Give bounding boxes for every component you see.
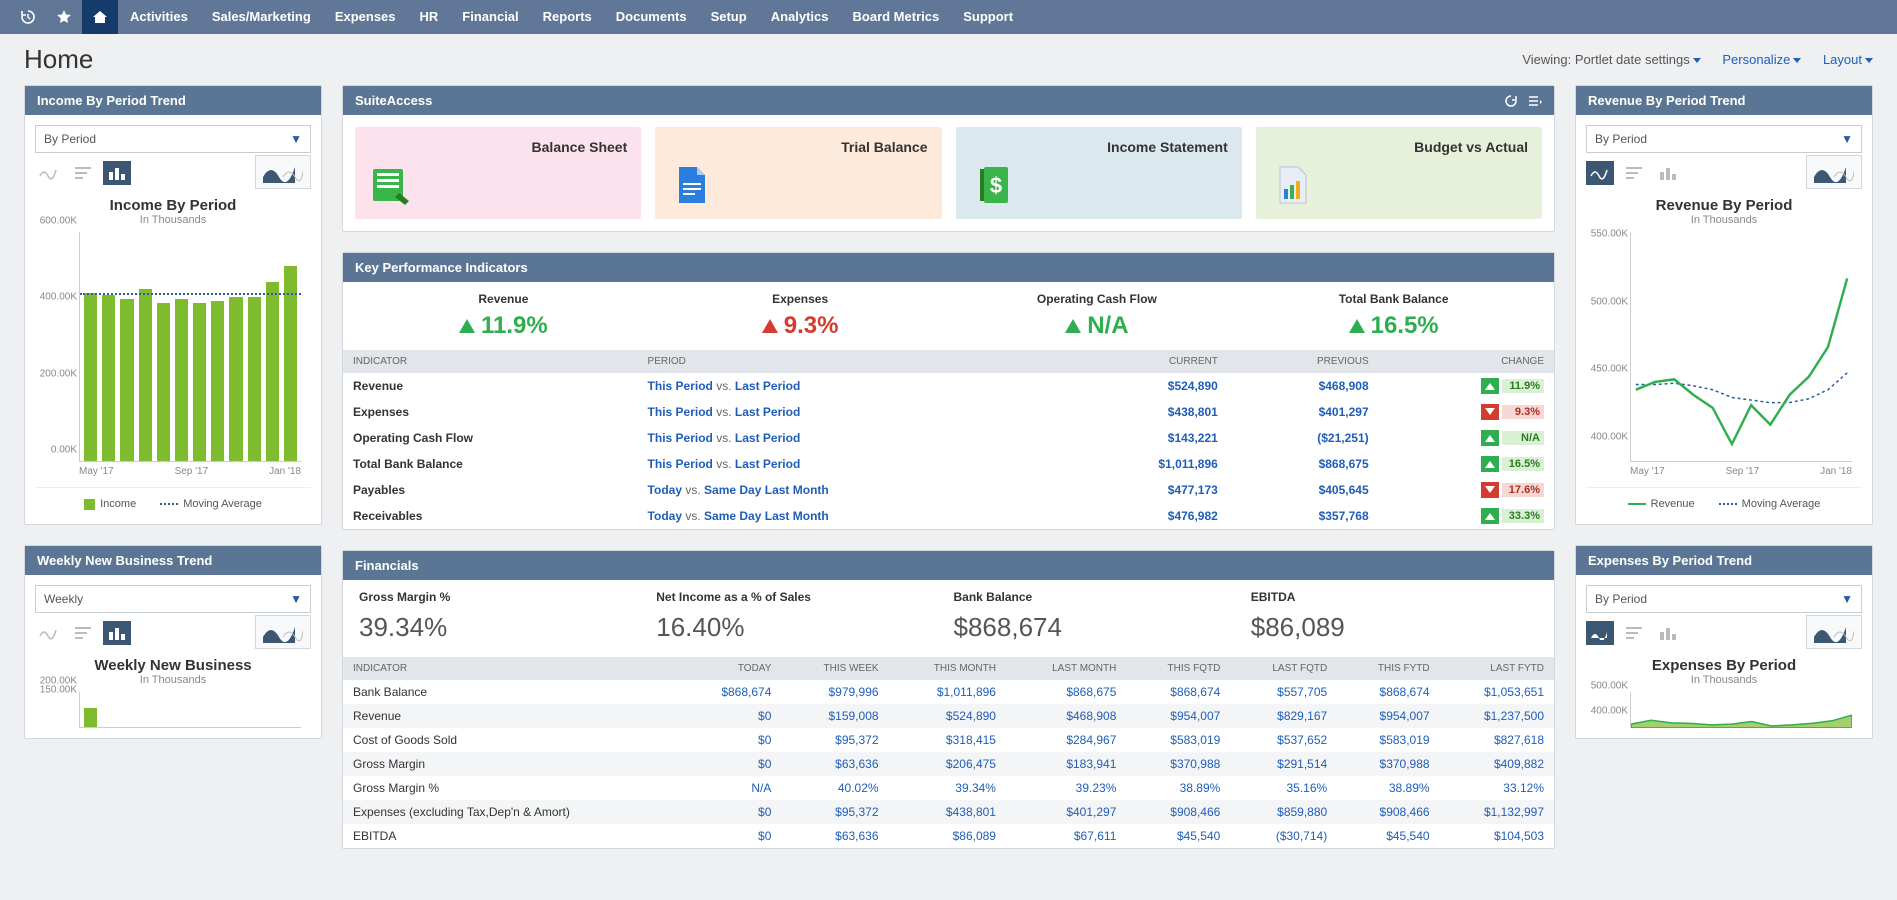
weekly-portlet: Weekly New Business Trend Weekly▼ Weekly… (24, 545, 322, 739)
nav-expenses[interactable]: Expenses (323, 9, 408, 24)
money-icon: $ (970, 163, 1014, 207)
chart-type-bar-icon[interactable] (1654, 621, 1682, 645)
top-nav: ActivitiesSales/MarketingExpensesHRFinan… (0, 0, 1897, 34)
chart-preview-icon[interactable] (255, 615, 311, 649)
star-icon[interactable] (46, 0, 82, 34)
expenses-select[interactable]: By Period▼ (1586, 585, 1862, 613)
chart-preview-icon[interactable] (255, 155, 311, 189)
chart-type-list-icon[interactable] (1620, 161, 1648, 185)
nav-reports[interactable]: Reports (531, 9, 604, 24)
nav-financial[interactable]: Financial (450, 9, 530, 24)
svg-text:$: $ (989, 173, 1001, 198)
personalize-link[interactable]: Personalize (1722, 52, 1790, 67)
tile-trial-balance[interactable]: Trial Balance (655, 127, 941, 219)
spreadsheet-icon (369, 163, 413, 207)
chart-type-area-icon[interactable] (1586, 621, 1614, 645)
suiteaccess-portlet: SuiteAccess Balance SheetTrial BalanceIn… (342, 85, 1555, 232)
revenue-chart: 400.00K450.00K500.00K550.00K (1630, 232, 1852, 462)
kpi-portlet: Key Performance Indicators Revenue11.9%E… (342, 252, 1555, 530)
chart-type-list-icon[interactable] (1620, 621, 1648, 645)
weekly-chart: 150.00K200.00K (79, 692, 301, 728)
chart-type-line-icon[interactable] (35, 161, 63, 185)
financials-table: INDICATORTODAYTHIS WEEKTHIS MONTHLAST MO… (343, 657, 1554, 848)
fin-row[interactable]: Gross Margin$0$63,636$206,475$183,941$37… (343, 752, 1554, 776)
chart-type-bar-icon[interactable] (103, 161, 131, 185)
chart-type-list-icon[interactable] (69, 161, 97, 185)
weekly-select[interactable]: Weekly▼ (35, 585, 311, 613)
nav-boardmetrics[interactable]: Board Metrics (841, 9, 952, 24)
nav-analytics[interactable]: Analytics (759, 9, 841, 24)
kpi-row[interactable]: ExpensesThis Period vs. Last Period$438,… (343, 399, 1554, 425)
chart-preview-icon[interactable] (1806, 615, 1862, 649)
nav-activities[interactable]: Activities (118, 9, 200, 24)
fin-row[interactable]: Cost of Goods Sold$0$95,372$318,415$284,… (343, 728, 1554, 752)
kpi-row[interactable]: Total Bank BalanceThis Period vs. Last P… (343, 451, 1554, 477)
chart-doc-icon (1270, 163, 1314, 207)
nav-documents[interactable]: Documents (604, 9, 699, 24)
fin-row[interactable]: Revenue$0$159,008$524,890$468,908$954,00… (343, 704, 1554, 728)
revenue-portlet: Revenue By Period Trend By Period▼ Reven… (1575, 85, 1873, 525)
kpi-row[interactable]: Operating Cash FlowThis Period vs. Last … (343, 425, 1554, 451)
document-icon (669, 163, 713, 207)
expenses-portlet: Expenses By Period Trend By Period▼ Expe… (1575, 545, 1873, 739)
kpi-row[interactable]: RevenueThis Period vs. Last Period$524,8… (343, 373, 1554, 399)
expenses-chart: 400.00K500.00K (1630, 692, 1852, 728)
fin-row[interactable]: Bank Balance$868,674$979,996$1,011,896$8… (343, 680, 1554, 704)
kpi-table: INDICATORPERIODCURRENTPREVIOUSCHANGE Rev… (343, 350, 1554, 529)
chart-type-line-icon[interactable] (1586, 161, 1614, 185)
home-icon[interactable] (82, 0, 118, 34)
nav-support[interactable]: Support (951, 9, 1025, 24)
income-select[interactable]: By Period▼ (35, 125, 311, 153)
chart-type-bar-icon[interactable] (103, 621, 131, 645)
fin-row[interactable]: Gross Margin %N/A40.02%39.34%39.23%38.89… (343, 776, 1554, 800)
menu-icon[interactable] (1528, 94, 1542, 108)
income-chart: 0.00K200.00K400.00K600.00K (79, 232, 301, 462)
tile-budget-vs-actual[interactable]: Budget vs Actual (1256, 127, 1542, 219)
financials-portlet: Financials Gross Margin %39.34%Net Incom… (342, 550, 1555, 849)
revenue-select[interactable]: By Period▼ (1586, 125, 1862, 153)
tile-income-statement[interactable]: Income Statement$ (956, 127, 1242, 219)
income-portlet: Income By Period Trend By Period▼ Income… (24, 85, 322, 525)
refresh-icon[interactable] (1504, 94, 1518, 108)
chart-type-list-icon[interactable] (69, 621, 97, 645)
chart-type-line-icon[interactable] (35, 621, 63, 645)
tile-balance-sheet[interactable]: Balance Sheet (355, 127, 641, 219)
layout-link[interactable]: Layout (1823, 52, 1862, 67)
nav-hr[interactable]: HR (408, 9, 451, 24)
kpi-row[interactable]: ReceivablesToday vs. Same Day Last Month… (343, 503, 1554, 529)
kpi-row[interactable]: PayablesToday vs. Same Day Last Month$47… (343, 477, 1554, 503)
fin-row[interactable]: Expenses (excluding Tax,Dep'n & Amort)$0… (343, 800, 1554, 824)
head-links: Viewing: Portlet date settings Personali… (1522, 52, 1873, 67)
history-icon[interactable] (10, 0, 46, 34)
nav-setup[interactable]: Setup (699, 9, 759, 24)
chart-type-bar-icon[interactable] (1654, 161, 1682, 185)
fin-row[interactable]: EBITDA$0$63,636$86,089$67,611$45,540($30… (343, 824, 1554, 848)
page-title: Home (24, 44, 93, 75)
nav-salesmarketing[interactable]: Sales/Marketing (200, 9, 323, 24)
chart-preview-icon[interactable] (1806, 155, 1862, 189)
